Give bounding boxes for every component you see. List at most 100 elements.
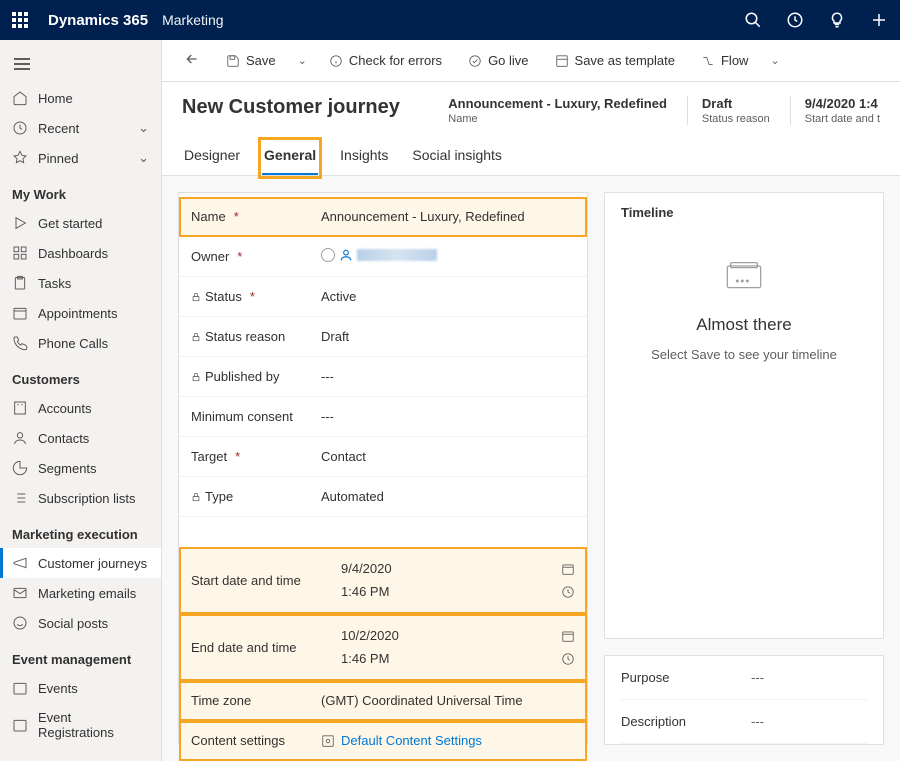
lightbulb-icon[interactable] bbox=[828, 11, 846, 29]
tabs: Designer General Insights Social insight… bbox=[162, 125, 900, 176]
timeline-title: Timeline bbox=[621, 205, 867, 220]
tab-social[interactable]: Social insights bbox=[410, 141, 504, 175]
sidebar-item-accounts[interactable]: Accounts bbox=[0, 393, 161, 423]
field-name[interactable]: Name* Announcement - Luxury, Redefined bbox=[179, 197, 587, 237]
form-card: Name* Announcement - Luxury, Redefined O… bbox=[178, 192, 588, 745]
timeline-message: Select Save to see your timeline bbox=[621, 347, 867, 362]
sidebar-section-mywork: My Work bbox=[0, 173, 161, 208]
info-icon bbox=[329, 54, 343, 68]
sidebar-item-dashboards[interactable]: Dashboards bbox=[0, 238, 161, 268]
chevron-down-icon: ⌄ bbox=[138, 150, 149, 166]
sidebar-item-appointments[interactable]: Appointments bbox=[0, 298, 161, 328]
smile-icon bbox=[12, 615, 28, 631]
building-icon bbox=[12, 400, 28, 416]
megaphone-icon bbox=[12, 555, 28, 571]
field-reason[interactable]: Status reason Draft bbox=[179, 317, 587, 357]
sidebar-item-home[interactable]: Home bbox=[0, 83, 161, 113]
field-status[interactable]: Status* Active bbox=[179, 277, 587, 317]
sidebar-item-segments[interactable]: Segments bbox=[0, 453, 161, 483]
command-bar: Save ⌄ Check for errors Go live Save as … bbox=[162, 40, 900, 82]
home-icon bbox=[12, 90, 28, 106]
calendar-icon[interactable] bbox=[561, 629, 575, 643]
tab-insights[interactable]: Insights bbox=[338, 141, 390, 175]
sidebar-item-recent[interactable]: Recent⌄ bbox=[0, 113, 161, 143]
calendar-icon bbox=[12, 717, 28, 733]
field-type[interactable]: Type Automated bbox=[179, 477, 587, 517]
back-button[interactable] bbox=[174, 45, 210, 76]
sidebar-item-regs[interactable]: Event Registrations bbox=[0, 703, 161, 747]
flow-icon bbox=[701, 54, 715, 68]
mail-icon bbox=[12, 585, 28, 601]
sidebar-toggle-icon[interactable] bbox=[0, 48, 161, 83]
top-navbar: Dynamics 365 Marketing bbox=[0, 0, 900, 40]
check-errors-button[interactable]: Check for errors bbox=[319, 47, 452, 74]
field-timezone[interactable]: Time zone (GMT) Coordinated Universal Ti… bbox=[179, 681, 587, 721]
header-status: DraftStatus reason bbox=[687, 96, 770, 125]
page-header: New Customer journey Announcement - Luxu… bbox=[162, 82, 900, 125]
assistant-icon[interactable] bbox=[786, 11, 804, 29]
save-button[interactable]: Save bbox=[216, 47, 286, 74]
field-start[interactable]: Start date and time 9/4/2020 1:46 PM bbox=[179, 547, 587, 614]
field-publishedby[interactable]: Published by --- bbox=[179, 357, 587, 397]
module-label: Marketing bbox=[162, 12, 223, 28]
sidebar-item-tasks[interactable]: Tasks bbox=[0, 268, 161, 298]
lock-icon bbox=[191, 332, 201, 342]
page-title: New Customer journey bbox=[182, 96, 400, 119]
sidebar-item-pinned[interactable]: Pinned⌄ bbox=[0, 143, 161, 173]
person-icon bbox=[339, 248, 353, 262]
header-name: Announcement - Luxury, RedefinedName bbox=[434, 96, 667, 125]
settings-icon bbox=[321, 734, 335, 748]
field-target[interactable]: Target* Contact bbox=[179, 437, 587, 477]
field-end[interactable]: End date and time 10/2/2020 1:46 PM bbox=[179, 614, 587, 681]
header-date: 9/4/2020 1:4Start date and t bbox=[790, 96, 880, 125]
tab-general[interactable]: General bbox=[262, 141, 318, 175]
field-contentsettings[interactable]: Content settings Default Content Setting… bbox=[179, 721, 587, 761]
dashboard-icon bbox=[12, 245, 28, 261]
field-consent[interactable]: Minimum consent --- bbox=[179, 397, 587, 437]
field-owner[interactable]: Owner* bbox=[179, 237, 587, 277]
prop-description[interactable]: Description--- bbox=[621, 700, 867, 744]
tab-designer[interactable]: Designer bbox=[182, 141, 242, 175]
phone-icon bbox=[12, 335, 28, 351]
sidebar-item-contacts[interactable]: Contacts bbox=[0, 423, 161, 453]
lock-icon bbox=[191, 492, 201, 502]
flow-button[interactable]: Flow bbox=[691, 47, 758, 74]
sidebar-item-getstarted[interactable]: Get started bbox=[0, 208, 161, 238]
sidebar-item-posts[interactable]: Social posts bbox=[0, 608, 161, 638]
plus-icon[interactable] bbox=[870, 11, 888, 29]
search-icon[interactable] bbox=[744, 11, 762, 29]
golive-button[interactable]: Go live bbox=[458, 47, 538, 74]
sidebar: Home Recent⌄ Pinned⌄ My Work Get started… bbox=[0, 40, 162, 761]
circle-icon bbox=[321, 248, 335, 262]
play-icon bbox=[12, 215, 28, 231]
owner-value-redacted bbox=[357, 249, 437, 261]
template-icon bbox=[555, 54, 569, 68]
clock-icon[interactable] bbox=[561, 652, 575, 666]
lock-icon bbox=[191, 292, 201, 302]
calendar-icon[interactable] bbox=[561, 562, 575, 576]
sidebar-item-journeys[interactable]: Customer journeys bbox=[0, 548, 161, 578]
segments-icon bbox=[12, 460, 28, 476]
sidebar-section-event: Event management bbox=[0, 638, 161, 673]
calendar-icon bbox=[12, 680, 28, 696]
app-launcher-icon[interactable] bbox=[12, 12, 28, 28]
clock-icon[interactable] bbox=[561, 585, 575, 599]
check-icon bbox=[468, 54, 482, 68]
person-icon bbox=[12, 430, 28, 446]
flow-dropdown[interactable]: ⌄ bbox=[764, 48, 785, 73]
sidebar-section-customers: Customers bbox=[0, 358, 161, 393]
save-dropdown[interactable]: ⌄ bbox=[292, 48, 313, 73]
chevron-down-icon: ⌄ bbox=[138, 120, 149, 136]
sidebar-item-phonecalls[interactable]: Phone Calls bbox=[0, 328, 161, 358]
calendar-icon bbox=[12, 305, 28, 321]
save-template-button[interactable]: Save as template bbox=[545, 47, 685, 74]
sidebar-item-sublists[interactable]: Subscription lists bbox=[0, 483, 161, 513]
pin-icon bbox=[12, 150, 28, 166]
timeline-card: Timeline Almost there Select Save to see… bbox=[604, 192, 884, 639]
folder-icon bbox=[724, 260, 764, 292]
sidebar-item-emails[interactable]: Marketing emails bbox=[0, 578, 161, 608]
clock-icon bbox=[12, 120, 28, 136]
prop-purpose[interactable]: Purpose--- bbox=[621, 656, 867, 700]
sidebar-item-events[interactable]: Events bbox=[0, 673, 161, 703]
lock-icon bbox=[191, 372, 201, 382]
